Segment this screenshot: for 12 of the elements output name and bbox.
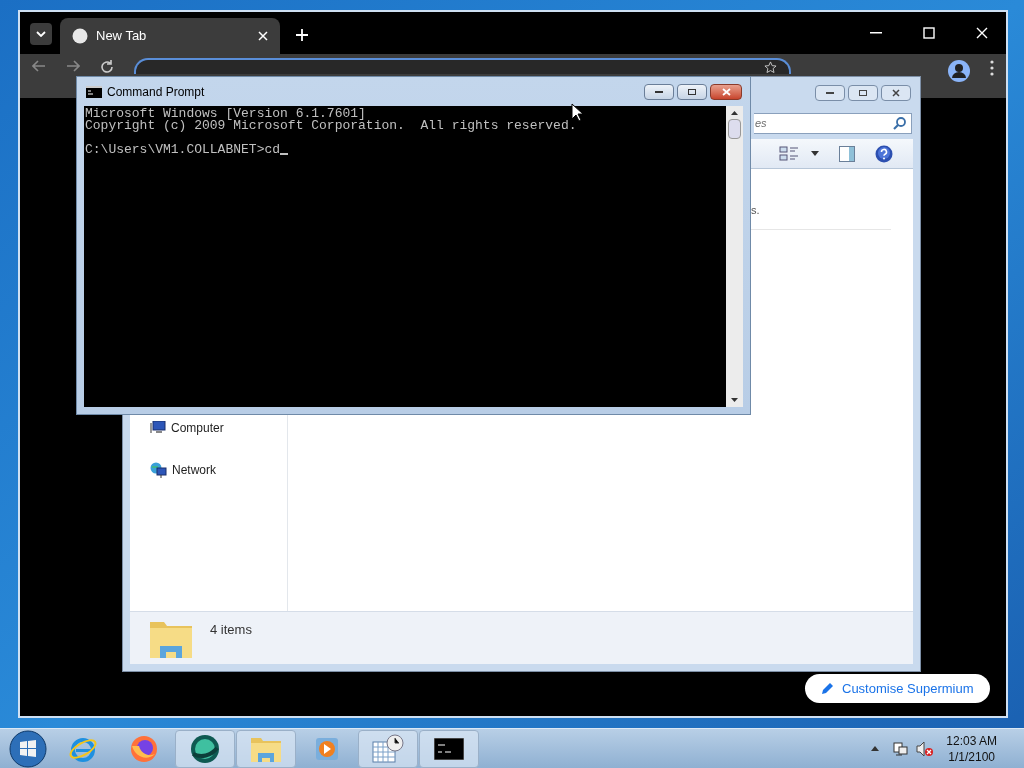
console-output: Microsoft Windows [Version 6.1.7601] Copyright (c) 2009 Microsoft Corporation. All rights reserved. (85, 108, 577, 132)
browser-tab[interactable]: New Tab (60, 18, 280, 54)
nav-item[interactable]: Network (150, 461, 287, 479)
search-field[interactable]: es (754, 112, 912, 134)
clock-time[interactable]: 12:03 AM (946, 732, 997, 749)
info-text: s. (751, 204, 760, 216)
status-text: 4 items (210, 621, 252, 640)
command-line[interactable]: C:\Users\VM1.COLLABNET>cd (85, 144, 281, 156)
clock-date[interactable]: 1/1/2100 (948, 748, 995, 765)
nav-item[interactable]: Computer (150, 419, 287, 437)
customise-button[interactable]: Customise Supermium (805, 674, 990, 703)
window-title: Command Prompt (107, 83, 206, 101)
